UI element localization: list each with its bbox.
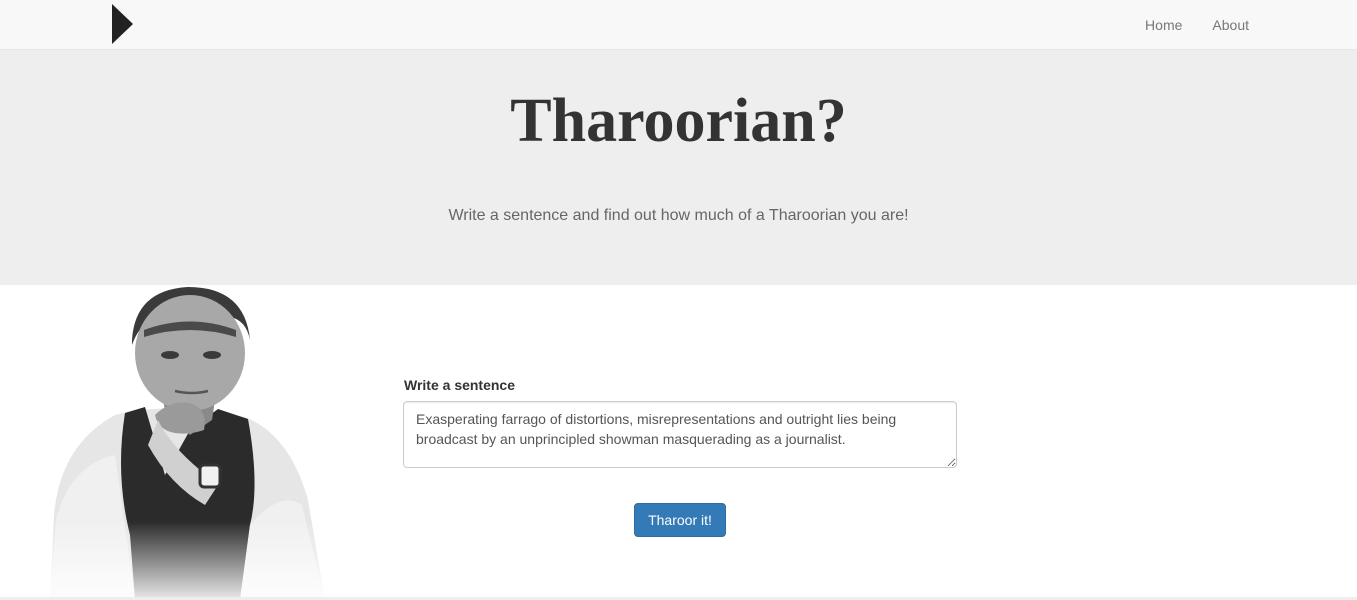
- nav-links: Home About: [1115, 0, 1249, 49]
- nav-home-link[interactable]: Home: [1145, 17, 1182, 33]
- sentence-textarea[interactable]: Exasperating farrago of distortions, mis…: [403, 401, 957, 468]
- hero-subtitle: Write a sentence and find out how much o…: [448, 207, 909, 224]
- play-triangle-icon[interactable]: [112, 4, 133, 44]
- tharoor-it-button[interactable]: Tharoor it!: [634, 503, 726, 537]
- hero-title: Tharoorian?: [510, 87, 847, 155]
- hero-banner: Tharoorian? Write a sentence and find ou…: [0, 50, 1357, 285]
- portrait-image: [40, 285, 330, 600]
- sentence-label: Write a sentence: [404, 377, 516, 393]
- nav-about-link[interactable]: About: [1212, 17, 1249, 33]
- top-navbar: Home About: [0, 0, 1357, 50]
